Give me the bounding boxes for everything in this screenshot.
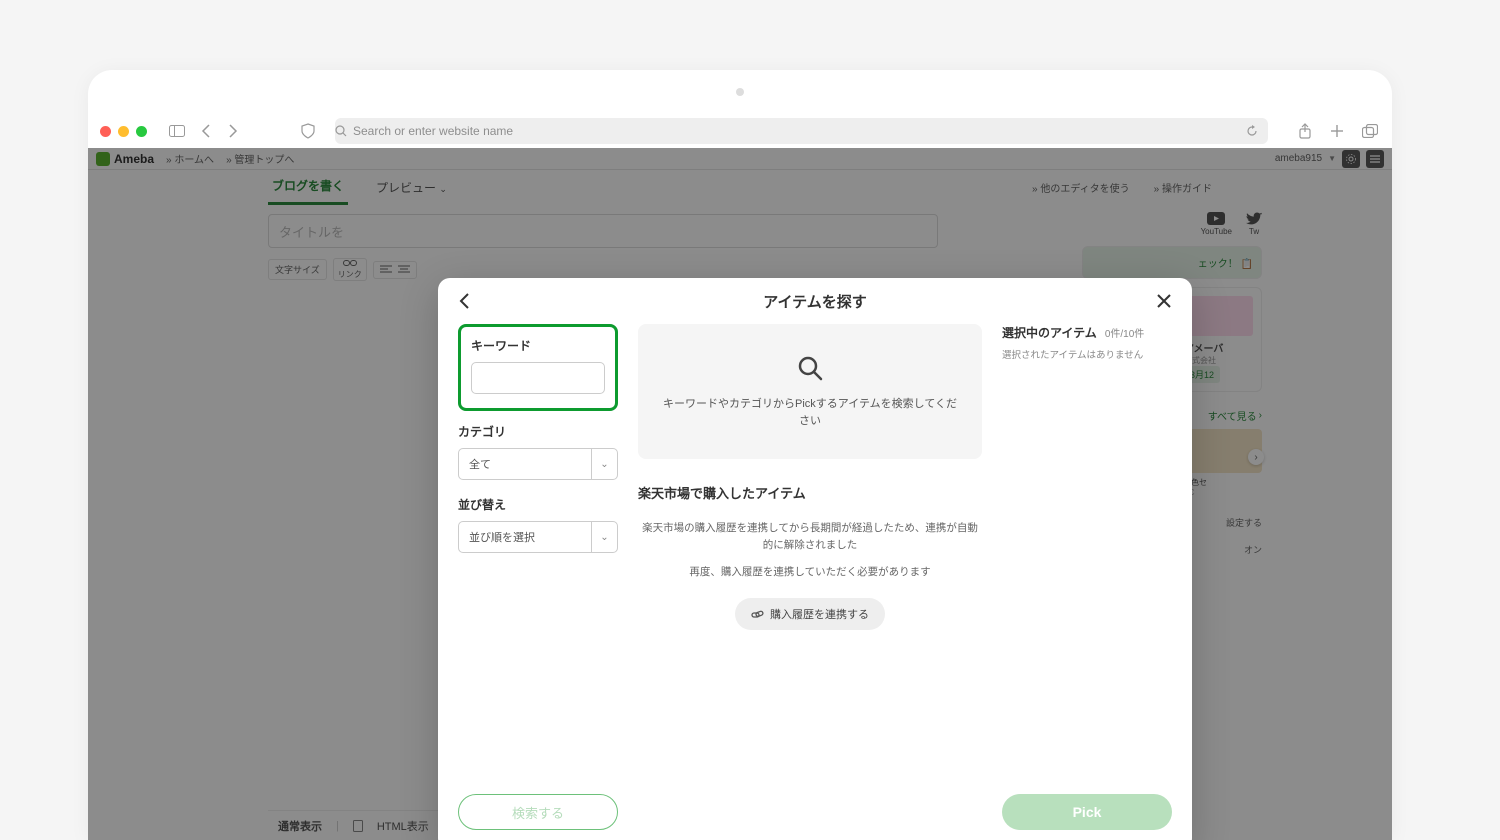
window-controls <box>100 126 147 137</box>
modal-header: アイテムを探す <box>438 278 1192 324</box>
search-button[interactable]: 検索する <box>458 794 618 830</box>
new-tab-icon[interactable] <box>1328 121 1346 141</box>
keyword-input[interactable] <box>471 362 605 394</box>
device-frame: Search or enter website name Ameba » ホーム… <box>88 70 1392 840</box>
sort-value: 並び順を選択 <box>459 529 591 545</box>
empty-message: キーワードやカテゴリからPickするアイテムを検索してください <box>658 396 962 429</box>
privacy-shield-icon[interactable] <box>299 121 317 141</box>
close-button[interactable] <box>1156 293 1172 309</box>
url-placeholder: Search or enter website name <box>353 124 513 138</box>
results-panel: キーワードやカテゴリからPickするアイテムを検索してください 楽天市場で購入し… <box>638 324 982 830</box>
pick-button[interactable]: Pick <box>1002 794 1172 830</box>
selected-label: 選択中のアイテム <box>1002 324 1097 341</box>
find-item-modal: アイテムを探す キーワード カテゴリ 全て ⌄ 並び替え <box>438 278 1192 840</box>
rakuten-title: 楽天市場で購入したアイテム <box>638 483 982 502</box>
search-filters-panel: キーワード カテゴリ 全て ⌄ 並び替え 並び順を選択 ⌄ <box>458 324 618 830</box>
sort-label: 並び替え <box>458 496 618 513</box>
minimize-window-button[interactable] <box>118 126 129 137</box>
forward-button[interactable] <box>223 122 243 140</box>
empty-results-box: キーワードやカテゴリからPickするアイテムを検索してください <box>638 324 982 459</box>
tab-overview-icon[interactable] <box>1360 121 1380 141</box>
link-icon <box>751 608 764 621</box>
back-button[interactable] <box>195 122 215 140</box>
search-icon <box>658 354 962 382</box>
back-button[interactable] <box>458 292 470 310</box>
selected-count: 0件/10件 <box>1105 325 1144 340</box>
maximize-window-button[interactable] <box>136 126 147 137</box>
category-label: カテゴリ <box>458 423 618 440</box>
selected-items-panel: 選択中のアイテム 0件/10件 選択されたアイテムはありません Pick <box>1002 324 1172 830</box>
share-icon[interactable] <box>1296 121 1314 141</box>
sidebar-toggle-icon[interactable] <box>167 123 187 139</box>
close-window-button[interactable] <box>100 126 111 137</box>
search-icon <box>335 125 347 137</box>
rakuten-message-1: 楽天市場の購入履歴を連携してから長期間が経過したため、連携が自動的に解除されまし… <box>638 520 982 554</box>
category-select[interactable]: 全て ⌄ <box>458 448 618 480</box>
category-value: 全て <box>459 456 591 472</box>
reload-icon[interactable] <box>1246 125 1258 137</box>
camera-dot <box>736 88 744 96</box>
selected-empty-message: 選択されたアイテムはありません <box>1002 347 1172 361</box>
rakuten-message-2: 再度、購入履歴を連携していただく必要があります <box>638 564 982 581</box>
notch-bar <box>88 70 1392 114</box>
keyword-label: キーワード <box>471 337 605 354</box>
address-bar[interactable]: Search or enter website name <box>335 118 1268 144</box>
rakuten-section: 楽天市場で購入したアイテム 楽天市場の購入履歴を連携してから長期間が経過したため… <box>638 483 982 630</box>
chevron-down-icon: ⌄ <box>591 449 617 479</box>
chevron-down-icon: ⌄ <box>591 522 617 552</box>
modal-title: アイテムを探す <box>763 291 867 312</box>
sort-select[interactable]: 並び順を選択 ⌄ <box>458 521 618 553</box>
link-history-button[interactable]: 購入履歴を連携する <box>735 598 885 630</box>
browser-toolbar: Search or enter website name <box>88 114 1392 148</box>
keyword-highlight-box: キーワード <box>458 324 618 411</box>
